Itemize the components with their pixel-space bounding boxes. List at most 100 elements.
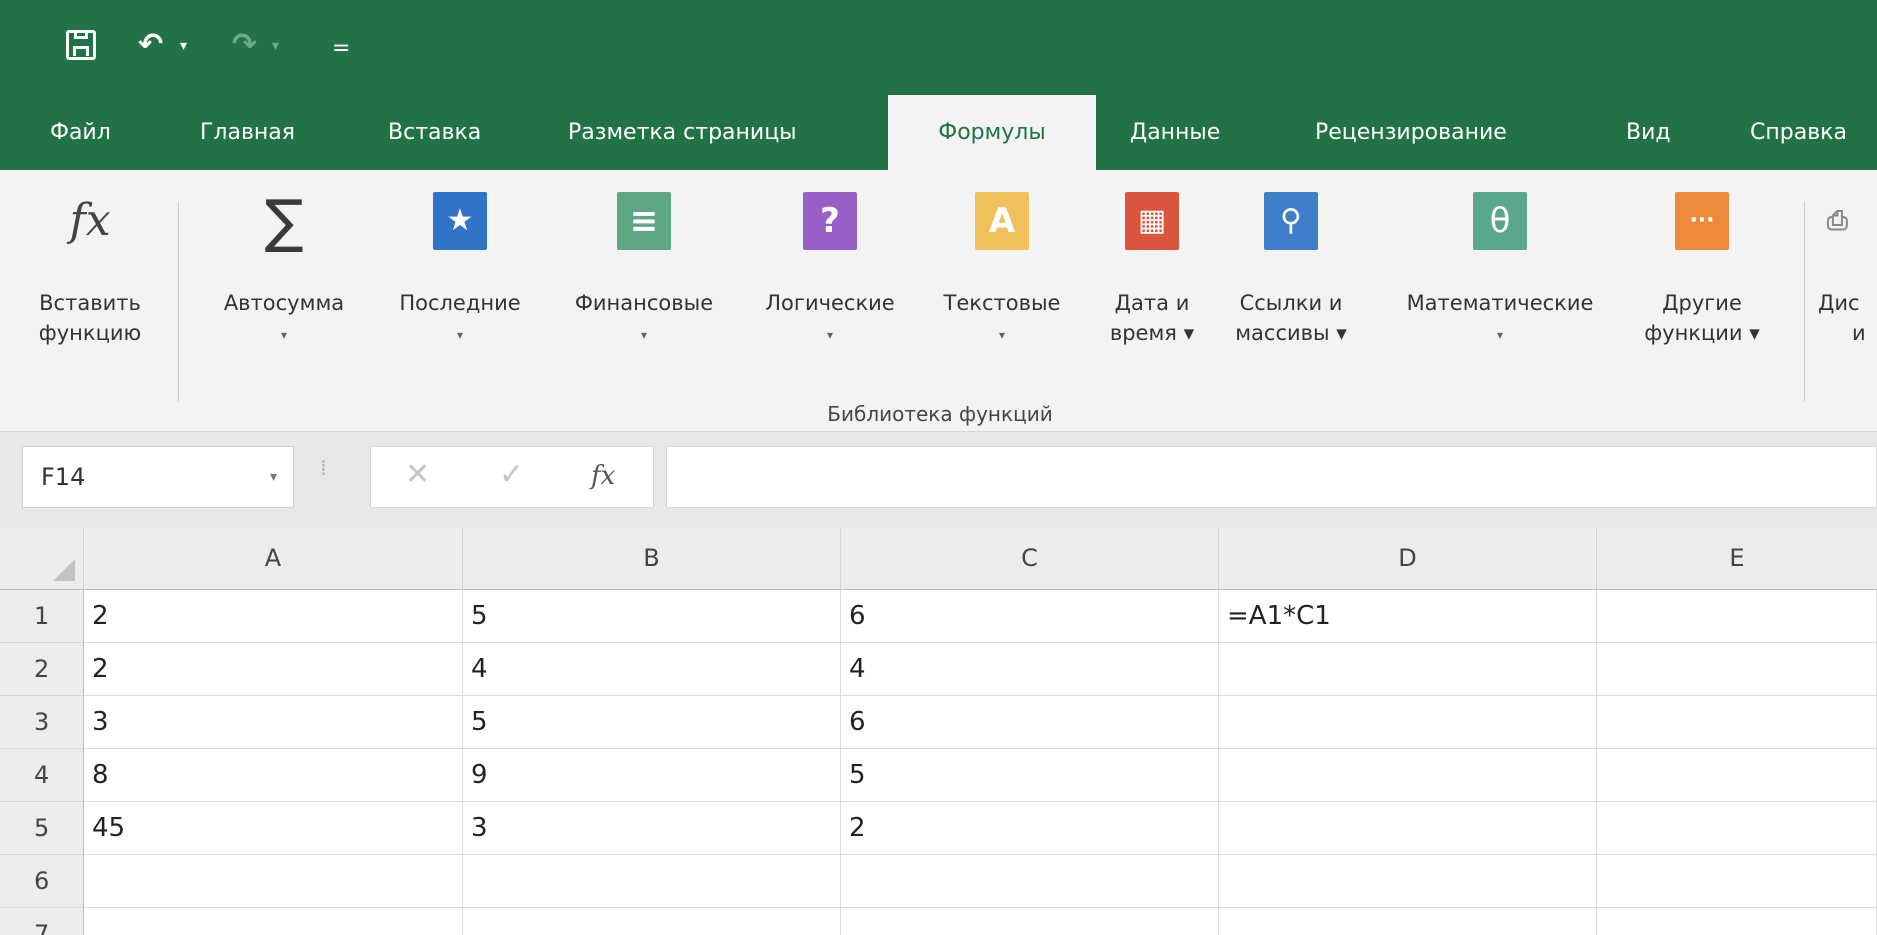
redo-dropdown-icon[interactable]: ▾: [272, 38, 279, 54]
cancel-icon[interactable]: ✕: [405, 457, 430, 492]
tab-view[interactable]: Вид: [1626, 95, 1671, 170]
cell-a6[interactable]: [84, 855, 463, 908]
tab-file[interactable]: Файл: [50, 95, 111, 170]
tab-home[interactable]: Главная: [200, 95, 295, 170]
save-icon[interactable]: [64, 28, 100, 64]
date-book-icon: ▦: [1125, 192, 1179, 250]
cell-d3[interactable]: [1219, 696, 1597, 749]
cell-e5[interactable]: [1597, 802, 1877, 855]
cell-d4[interactable]: [1219, 749, 1597, 802]
cell-a7[interactable]: [84, 908, 463, 935]
recent-dropdown-icon[interactable]: ▾: [374, 328, 546, 342]
cell-a3[interactable]: 3: [84, 696, 463, 749]
row-header-6[interactable]: 6: [0, 855, 84, 908]
formula-bar-resize-handle[interactable]: ⁞: [320, 456, 327, 481]
cell-a4[interactable]: 8: [84, 749, 463, 802]
cell-c6[interactable]: [841, 855, 1219, 908]
tab-page-layout[interactable]: Разметка страницы: [568, 95, 797, 170]
row-header-4[interactable]: 4: [0, 749, 84, 802]
tab-data[interactable]: Данные: [1130, 95, 1220, 170]
cell-b6[interactable]: [463, 855, 841, 908]
column-header-e[interactable]: E: [1597, 527, 1877, 590]
text-functions-button[interactable]: A Текстовые ▾: [920, 170, 1084, 392]
math-functions-label: Математические: [1406, 291, 1594, 315]
cell-b7[interactable]: [463, 908, 841, 935]
formula-buttons: ✕ ✓ fx: [370, 446, 654, 508]
row-header-3[interactable]: 3: [0, 696, 84, 749]
text-dropdown-icon[interactable]: ▾: [920, 328, 1084, 342]
cell-a2[interactable]: 2: [84, 643, 463, 696]
autosum-dropdown-icon[interactable]: ▾: [196, 328, 372, 342]
enter-icon[interactable]: ✓: [499, 457, 524, 492]
cell-e6[interactable]: [1597, 855, 1877, 908]
customize-quick-access-icon[interactable]: =: [332, 32, 350, 66]
cell-e2[interactable]: [1597, 643, 1877, 696]
cell-a1[interactable]: 2: [84, 590, 463, 643]
row-header-7[interactable]: 7: [0, 908, 84, 935]
cell-a5[interactable]: 45: [84, 802, 463, 855]
date-time-functions-button[interactable]: ▦ Дата и время ▾: [1090, 170, 1214, 392]
cell-e3[interactable]: [1597, 696, 1877, 749]
cell-e7[interactable]: [1597, 908, 1877, 935]
cell-d5[interactable]: [1219, 802, 1597, 855]
name-box-dropdown-icon[interactable]: ▾: [270, 447, 277, 507]
column-header-c[interactable]: C: [841, 527, 1219, 590]
math-book-icon: θ: [1473, 192, 1527, 250]
row-header-2[interactable]: 2: [0, 643, 84, 696]
financial-dropdown-icon[interactable]: ▾: [548, 328, 740, 342]
logical-functions-button[interactable]: ? Логические ▾: [742, 170, 918, 392]
name-manager-label: Дис и: [1818, 291, 1866, 345]
logical-dropdown-icon[interactable]: ▾: [742, 328, 918, 342]
financial-functions-label: Финансовые: [574, 291, 714, 315]
cell-e4[interactable]: [1597, 749, 1877, 802]
cell-e1[interactable]: [1597, 590, 1877, 643]
cell-c4[interactable]: 5: [841, 749, 1219, 802]
select-all-corner[interactable]: [0, 527, 84, 590]
tab-help[interactable]: Справка: [1750, 95, 1847, 170]
recent-functions-button[interactable]: ★ Последние ▾: [374, 170, 546, 392]
cell-b2[interactable]: 4: [463, 643, 841, 696]
tab-formulas[interactable]: Формулы: [888, 95, 1096, 175]
column-header-a[interactable]: A: [84, 527, 463, 590]
cell-c3[interactable]: 6: [841, 696, 1219, 749]
cell-d2[interactable]: [1219, 643, 1597, 696]
cell-c5[interactable]: 2: [841, 802, 1219, 855]
autosum-button[interactable]: ∑ Автосумма ▾: [196, 170, 372, 392]
undo-icon[interactable]: ↶: [138, 28, 163, 62]
cell-d7[interactable]: [1219, 908, 1597, 935]
row-header-1[interactable]: 1: [0, 590, 84, 643]
redo-icon[interactable]: ↷: [232, 28, 257, 62]
cell-b1[interactable]: 5: [463, 590, 841, 643]
column-header-d[interactable]: D: [1219, 527, 1597, 590]
tab-insert[interactable]: Вставка: [388, 95, 481, 170]
cell-d6[interactable]: [1219, 855, 1597, 908]
ribbon-separator: [178, 202, 179, 402]
worksheet-grid: A B C D E 1 2 5 6 =A1*C1 2 2 4 4 3 3 5 6 4 8 9 5 5 45 3 2 6 7: [0, 527, 1877, 935]
name-manager-button[interactable]: ⎙ Дис и: [1818, 170, 1877, 392]
cell-c7[interactable]: [841, 908, 1219, 935]
ribbon-formulas: fx Вставить функцию ∑ Автосумма ▾ ★ Посл…: [0, 170, 1877, 432]
cell-c2[interactable]: 4: [841, 643, 1219, 696]
formula-input[interactable]: [666, 446, 1877, 508]
lookup-functions-button[interactable]: ⚲ Ссылки и массивы ▾: [1216, 170, 1366, 392]
cell-c1[interactable]: 6: [841, 590, 1219, 643]
insert-function-button[interactable]: fx Вставить функцию: [20, 170, 160, 392]
row-header-5[interactable]: 5: [0, 802, 84, 855]
column-header-b[interactable]: B: [463, 527, 841, 590]
math-functions-button[interactable]: θ Математические ▾: [1372, 170, 1628, 392]
cell-b3[interactable]: 5: [463, 696, 841, 749]
name-manager-icon: ⎙: [1827, 206, 1848, 236]
cell-b4[interactable]: 9: [463, 749, 841, 802]
cell-d1[interactable]: =A1*C1: [1219, 590, 1597, 643]
cell-b5[interactable]: 3: [463, 802, 841, 855]
financial-functions-button[interactable]: ≡ Финансовые ▾: [548, 170, 740, 392]
insert-function-icon[interactable]: fx: [591, 461, 615, 491]
undo-dropdown-icon[interactable]: ▾: [180, 38, 187, 54]
more-functions-button[interactable]: ··· Другие функции ▾: [1632, 170, 1772, 392]
lookup-label: Ссылки и массивы ▾: [1235, 291, 1347, 345]
name-box[interactable]: F14 ▾: [22, 446, 294, 508]
date-time-label: Дата и время ▾: [1109, 291, 1195, 345]
tab-review[interactable]: Рецензирование: [1315, 95, 1507, 170]
math-dropdown-icon[interactable]: ▾: [1372, 328, 1628, 342]
ribbon-separator: [1804, 202, 1805, 402]
